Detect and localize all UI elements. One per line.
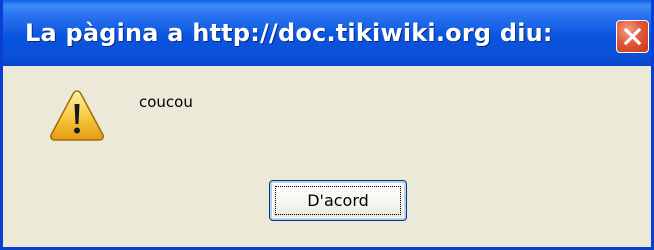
ok-button-label: D'acord <box>307 191 369 210</box>
dialog-message: coucou <box>139 93 193 111</box>
warning-icon <box>50 90 104 141</box>
close-button[interactable] <box>616 20 649 53</box>
title-bar[interactable]: La pàgina a http://doc.tikiwiki.org diu: <box>3 0 651 66</box>
ok-button[interactable]: D'acord <box>269 180 407 221</box>
dialog-title: La pàgina a http://doc.tikiwiki.org diu: <box>25 19 553 47</box>
close-icon <box>624 28 641 45</box>
alert-dialog: La pàgina a http://doc.tikiwiki.org diu:… <box>0 0 654 250</box>
dialog-body: coucou D'acord <box>3 66 651 247</box>
